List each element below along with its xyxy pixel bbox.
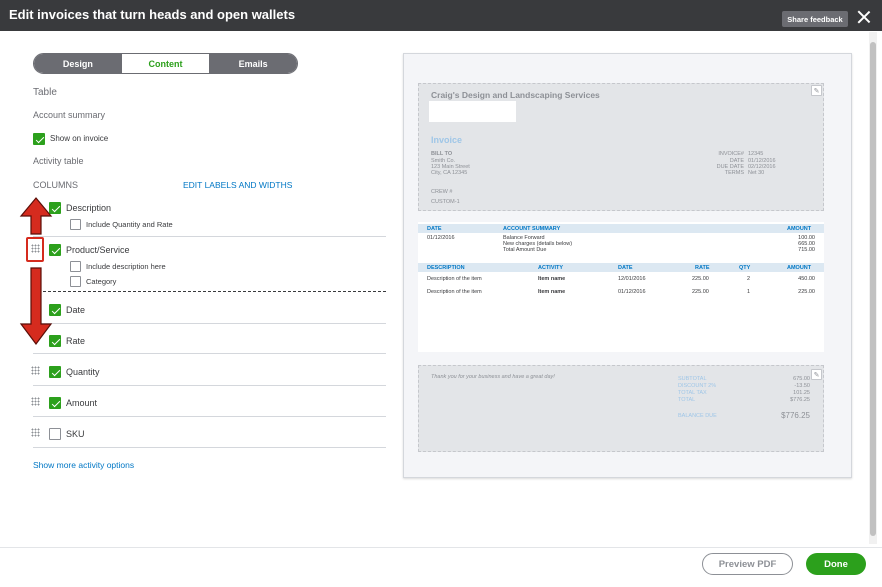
summary-header: DATE	[427, 226, 442, 232]
summary-date: 01/12/2016	[427, 235, 455, 241]
totals-value: 675.00	[793, 376, 810, 382]
totals-value: 101.25	[793, 390, 810, 396]
activity-header: RATE	[695, 265, 710, 271]
bill-to-line: City, CA 12345	[431, 170, 468, 176]
activity-header: QTY	[739, 265, 751, 271]
drop-target-line	[33, 291, 386, 292]
row-amount: 225.00	[798, 289, 815, 295]
summary-line: Total Amount Due	[503, 247, 547, 253]
category-label: Category	[86, 277, 117, 286]
row-rate: 225.00	[692, 289, 709, 295]
custom-label: CUSTOM-1	[431, 199, 460, 205]
bill-to-heading: BILL TO	[431, 151, 453, 157]
activity-header: DATE	[618, 265, 633, 271]
pencil-icon[interactable]: ✎	[811, 369, 822, 380]
drag-handle-icon[interactable]	[31, 366, 40, 375]
summary-amount: 715.00	[798, 247, 815, 253]
divider	[33, 236, 386, 237]
column-label-date: Date	[66, 305, 86, 315]
divider	[33, 353, 386, 354]
totals-label: SUBTOTAL	[678, 376, 707, 382]
activity-header: AMOUNT	[787, 265, 812, 271]
done-button[interactable]: Done	[806, 553, 866, 575]
activity-table-label: Activity table	[33, 156, 84, 166]
drag-arrow-icon	[19, 197, 53, 345]
row-description: Description of the item	[427, 276, 482, 282]
balance-due-value: $776.25	[781, 411, 810, 420]
content-tabs: Design Content Emails	[33, 53, 298, 74]
tab-content[interactable]: Content	[121, 54, 210, 73]
column-label-amount: Amount	[66, 398, 98, 408]
account-summary-label: Account summary	[33, 110, 106, 120]
column-label-description: Description	[66, 203, 112, 213]
scrollbar-thumb[interactable]	[870, 42, 876, 536]
thank-you-note: Thank you for your business and have a g…	[431, 374, 555, 380]
close-icon[interactable]	[856, 9, 872, 25]
activity-header: DESCRIPTION	[427, 265, 465, 271]
drag-handle-icon[interactable]	[31, 397, 40, 406]
category-checkbox[interactable]	[70, 276, 81, 287]
summary-header-row	[418, 224, 824, 233]
quantity-checkbox[interactable]	[49, 366, 61, 378]
invoice-title: Invoice	[431, 135, 463, 145]
totals-label: DISCOUNT 2%	[678, 383, 717, 389]
edit-labels-link[interactable]: EDIT LABELS AND WIDTHS	[183, 180, 292, 190]
window-title: Edit invoices that turn heads and open w…	[9, 7, 296, 22]
title-bar: Edit invoices that turn heads and open w…	[0, 0, 882, 31]
include-qty-rate-checkbox[interactable]	[70, 219, 81, 230]
summary-header: ACCOUNT SUMMARY	[503, 226, 561, 232]
column-label-rate: Rate	[66, 336, 86, 346]
tab-emails[interactable]: Emails	[209, 54, 297, 73]
amount-checkbox[interactable]	[49, 397, 61, 409]
meta-label: INVOICE#	[718, 151, 744, 157]
include-qty-rate-label: Include Quantity and Rate	[86, 220, 173, 229]
show-on-invoice-checkbox[interactable]	[33, 133, 45, 145]
row-date: 12/01/2016	[618, 276, 646, 282]
row-date: 01/12/2016	[618, 289, 646, 295]
tab-design[interactable]: Design	[34, 54, 122, 73]
column-label-product-service: Product/Service	[66, 245, 130, 255]
preview-pdf-button[interactable]: Preview PDF	[702, 553, 793, 575]
row-activity: Item name	[538, 276, 566, 282]
totals-value: -13.50	[794, 383, 810, 389]
row-qty: 1	[747, 289, 751, 295]
divider	[33, 323, 386, 324]
totals-value: $776.25	[790, 397, 810, 403]
divider	[33, 447, 386, 448]
crew-label: CREW #	[431, 189, 453, 195]
divider	[33, 385, 386, 386]
show-more-activity-link[interactable]: Show more activity options	[33, 460, 134, 470]
totals-label: TOTAL TAX	[678, 390, 707, 396]
activity-header: ACTIVITY	[538, 265, 564, 271]
column-label-sku: SKU	[66, 429, 85, 439]
row-amount: 450.00	[798, 276, 815, 282]
balance-due-label: BALANCE DUE	[678, 413, 717, 419]
summary-header: AMOUNT	[787, 226, 812, 232]
columns-label: COLUMNS	[33, 180, 79, 190]
show-on-invoice-label: Show on invoice	[50, 134, 109, 143]
table-heading: Table	[33, 87, 57, 98]
include-description-checkbox[interactable]	[70, 261, 81, 272]
meta-value: 12345	[748, 151, 764, 157]
invoice-body-section[interactable]	[418, 222, 824, 352]
totals-label: TOTAL	[678, 397, 696, 403]
row-activity: Item name	[538, 289, 566, 295]
drag-handle-icon[interactable]	[31, 428, 40, 437]
row-rate: 225.00	[692, 276, 709, 282]
meta-label: TERMS	[724, 170, 744, 176]
row-qty: 2	[747, 276, 751, 282]
footer-divider	[0, 547, 882, 548]
company-name: Craig's Design and Landscaping Services	[431, 90, 600, 100]
include-description-label: Include description here	[86, 262, 166, 271]
share-feedback-button[interactable]: Share feedback	[782, 11, 848, 27]
sku-checkbox[interactable]	[49, 428, 61, 440]
divider	[33, 416, 386, 417]
column-label-quantity: Quantity	[66, 367, 100, 377]
logo-placeholder	[429, 101, 516, 122]
pencil-icon[interactable]: ✎	[811, 85, 822, 96]
meta-value: Net 30	[748, 170, 765, 176]
row-description: Description of the item	[427, 289, 482, 295]
